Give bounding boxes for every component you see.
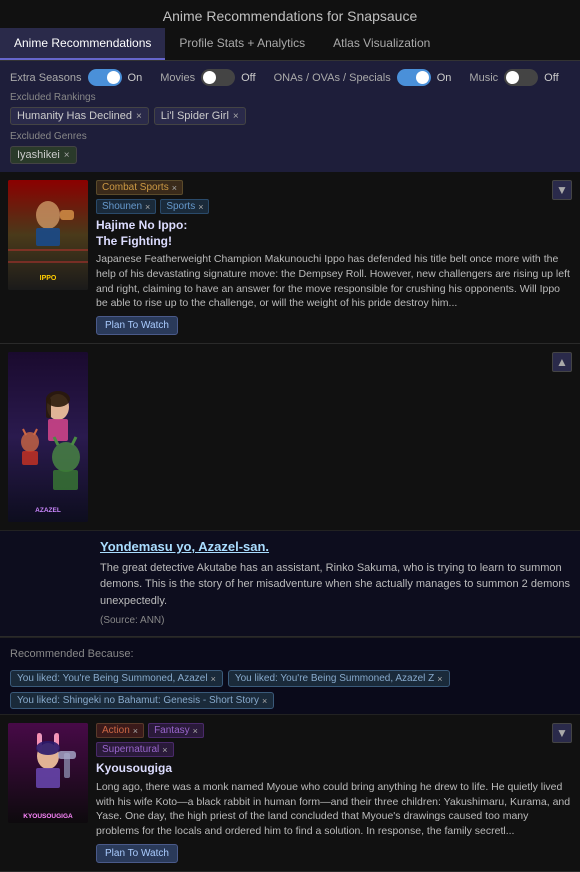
anime-card-azazel: AZAZEL ▲ Yondemasu yo, Azazel-san. The g… [0,344,580,638]
ippo-title: Hajime No Ippo:The Fighting! [96,218,572,249]
rec-tag-azazel1[interactable]: You liked: You're Being Summoned, Azazel… [10,670,223,687]
kyou-plan-btn[interactable]: Plan To Watch [96,844,178,863]
svg-text:KYOUSOUGIGA: KYOUSOUGIGA [23,813,73,820]
music-label: Music [469,72,498,84]
anime-card-kyousougiga: KYOUSOUGIGA Action × Fantasy × Supe [0,715,580,871]
tab-profile-stats[interactable]: Profile Stats + Analytics [165,28,319,60]
excluded-tag-humanity[interactable]: Humanity Has Declined × [10,107,149,125]
music-toggle[interactable] [504,69,538,86]
ovas-toggle[interactable] [397,69,431,86]
extra-seasons-toggle[interactable] [88,69,122,86]
excluded-rankings-label: Excluded Rankings [10,92,570,103]
tag-shounen[interactable]: Shounen × [96,199,156,214]
excluded-rankings-section: Excluded Rankings Humanity Has Declined … [10,92,570,125]
svg-text:AZAZEL: AZAZEL [35,507,61,514]
ovas-label: ONAs / OVAs / Specials [274,72,391,84]
azazel-info [96,352,572,522]
ippo-desc: Japanese Featherweight Champion Makunouc… [96,252,572,311]
toggle-group-movies: Movies Off [160,69,255,86]
svg-text:IPPO: IPPO [40,275,57,282]
kyou-tag-fantasy[interactable]: Fantasy × [148,723,204,738]
rec-tags-container: You liked: You're Being Summoned, Azazel… [10,670,450,687]
azazel-source: (Source: ANN) [100,615,570,626]
kyou-desc: Long ago, there was a monk named Myoue w… [96,780,572,839]
toggle-group-ovas: ONAs / OVAs / Specials On [274,69,452,86]
azazel-expanded-content: Yondemasu yo, Azazel-san. The great dete… [0,530,580,637]
ippo-plan-btn[interactable]: Plan To Watch [96,316,178,335]
extra-seasons-label: Extra Seasons [10,72,82,84]
kyou-image: KYOUSOUGIGA [8,723,88,823]
controls-bar: Extra Seasons On Movies Off ONAs / OVAs … [0,61,580,172]
toggle-group-extra-seasons: Extra Seasons On [10,69,142,86]
extra-seasons-state: On [128,72,143,84]
kyou-tag-action[interactable]: Action × [96,723,144,738]
kyou-info: Action × Fantasy × Supernatural × Kyouso… [96,723,572,862]
excluded-genres-section: Excluded Genres Iyashikei × [10,131,570,164]
tag-combat-sports[interactable]: Combat Sports × [96,180,183,195]
recommended-because-bar: Recommended Because: You liked: You're B… [0,637,580,715]
rec-tag-azazel2[interactable]: You liked: You're Being Summoned, Azazel… [228,670,450,687]
tabs-bar: Anime Recommendations Profile Stats + An… [0,28,580,61]
anime-list: IPPO Combat Sports × Shounen × Spor [0,172,580,872]
kyou-expand-btn[interactable]: ▼ [552,723,572,743]
ippo-info: Combat Sports × Shounen × Sports × Hajim… [96,180,572,335]
music-state: Off [544,72,558,84]
anime-card-ippo: IPPO Combat Sports × Shounen × Spor [0,172,580,344]
ovas-state: On [437,72,452,84]
tag-sports[interactable]: Sports × [160,199,209,214]
azazel-image: AZAZEL [8,352,88,522]
movies-toggle[interactable] [201,69,235,86]
azazel-collapse-btn[interactable]: ▲ [552,352,572,372]
excluded-tag-iyashikei[interactable]: Iyashikei × [10,146,77,164]
toggle-group-music: Music Off [469,69,558,86]
rec-tag-shingeki[interactable]: You liked: Shingeki no Bahamut: Genesis … [10,692,274,709]
page-title: Anime Recommendations for Snapsauce [0,0,580,28]
azazel-expanded-desc: The great detective Akutabe has an assis… [100,560,570,610]
kyou-tag-supernatural[interactable]: Supernatural × [96,742,174,757]
movies-state: Off [241,72,255,84]
azazel-expanded-title: Yondemasu yo, Azazel-san. [100,539,570,554]
excluded-tag-spidergirl[interactable]: Li'l Spider Girl × [154,107,246,125]
recommended-label: Recommended Because: [10,643,134,665]
ippo-expand-btn[interactable]: ▼ [552,180,572,200]
ippo-image: IPPO [8,180,88,290]
excluded-genres-label: Excluded Genres [10,131,570,142]
tab-atlas[interactable]: Atlas Visualization [319,28,444,60]
kyou-title: Kyousougiga [96,761,572,777]
tab-recommendations[interactable]: Anime Recommendations [0,28,165,60]
movies-label: Movies [160,72,195,84]
